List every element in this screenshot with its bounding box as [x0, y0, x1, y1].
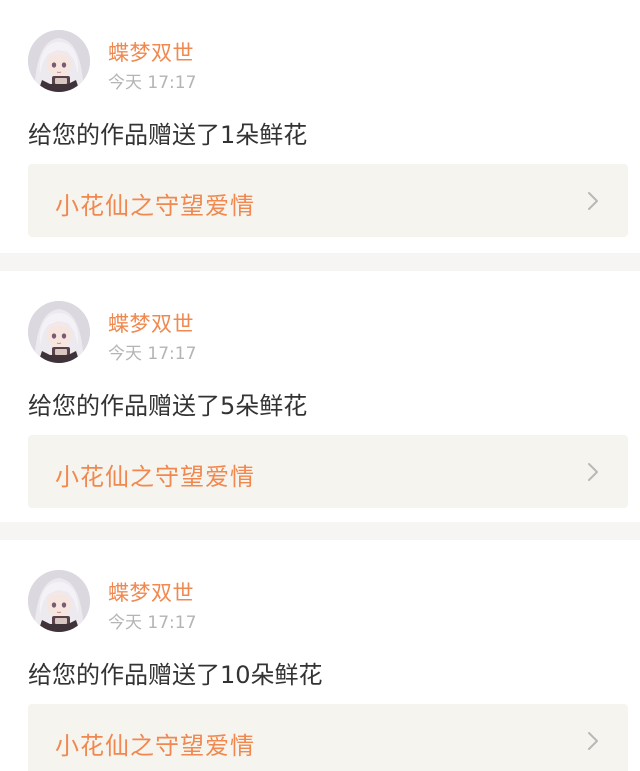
notification-message: 给您的作品赠送了1朵鲜花 [28, 121, 308, 149]
notification-message: 给您的作品赠送了10朵鲜花 [28, 661, 323, 689]
chevron-right-icon [586, 462, 600, 482]
timestamp: 今天 17:17 [108, 613, 197, 633]
work-link[interactable]: 小花仙之守望爱情 [28, 164, 628, 237]
chevron-right-icon [586, 731, 600, 751]
avatar-image [28, 301, 90, 363]
notification-feed: 蝶梦双世 今天 17:17 给您的作品赠送了1朵鲜花 小花仙之守望爱情 蝶梦双世… [0, 0, 640, 771]
user-avatar[interactable] [28, 301, 90, 363]
username[interactable]: 蝶梦双世 [108, 577, 194, 607]
work-title: 小花仙之守望爱情 [55, 732, 255, 760]
work-link[interactable]: 小花仙之守望爱情 [28, 435, 628, 508]
user-avatar[interactable] [28, 30, 90, 92]
card-separator [0, 522, 640, 540]
username[interactable]: 蝶梦双世 [108, 308, 194, 338]
notification-card: 蝶梦双世 今天 17:17 给您的作品赠送了10朵鲜花 小花仙之守望爱情 [0, 540, 640, 771]
work-link[interactable]: 小花仙之守望爱情 [28, 704, 628, 771]
user-avatar[interactable] [28, 570, 90, 632]
username[interactable]: 蝶梦双世 [108, 37, 194, 67]
avatar-image [28, 570, 90, 632]
work-title: 小花仙之守望爱情 [55, 192, 255, 220]
timestamp: 今天 17:17 [108, 344, 197, 364]
work-title: 小花仙之守望爱情 [55, 463, 255, 491]
timestamp: 今天 17:17 [108, 73, 197, 93]
notification-message: 给您的作品赠送了5朵鲜花 [28, 392, 308, 420]
card-separator [0, 253, 640, 271]
notification-card: 蝶梦双世 今天 17:17 给您的作品赠送了5朵鲜花 小花仙之守望爱情 [0, 271, 640, 524]
chevron-right-icon [586, 191, 600, 211]
notification-card: 蝶梦双世 今天 17:17 给您的作品赠送了1朵鲜花 小花仙之守望爱情 [0, 0, 640, 253]
avatar-image [28, 30, 90, 92]
